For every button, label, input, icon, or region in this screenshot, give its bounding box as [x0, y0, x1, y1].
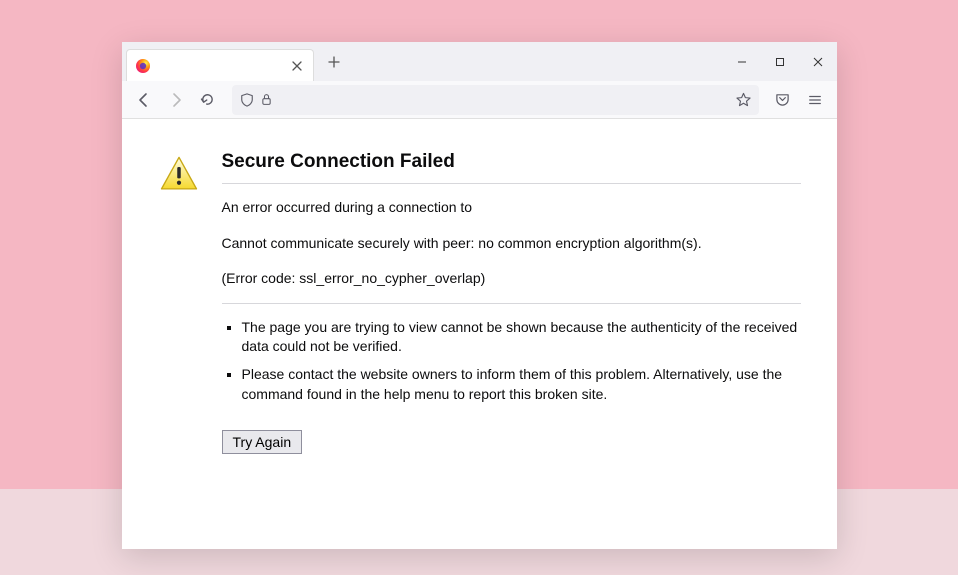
new-tab-button[interactable] — [320, 48, 348, 76]
maximize-button[interactable] — [761, 42, 799, 81]
list-item: The page you are trying to view cannot b… — [242, 318, 801, 357]
error-advice-list: The page you are trying to view cannot b… — [222, 318, 801, 404]
back-button[interactable] — [130, 86, 158, 114]
error-title: Secure Connection Failed — [222, 151, 801, 184]
bookmark-star-icon[interactable] — [736, 92, 751, 107]
lock-icon — [260, 93, 273, 106]
firefox-icon — [135, 58, 151, 74]
warning-icon — [158, 182, 200, 199]
warning-icon-column — [158, 151, 208, 529]
error-line-2: Cannot communicate securely with peer: n… — [222, 234, 801, 254]
browser-tab[interactable] — [126, 49, 314, 81]
forward-button[interactable] — [162, 86, 190, 114]
error-content: Secure Connection Failed An error occurr… — [222, 151, 801, 529]
error-line-1: An error occurred during a connection to — [222, 198, 801, 218]
list-item: Please contact the website owners to inf… — [242, 365, 801, 404]
window-controls — [723, 42, 837, 81]
pocket-icon[interactable] — [769, 86, 797, 114]
close-tab-button[interactable] — [289, 58, 305, 74]
browser-window: Secure Connection Failed An error occurr… — [122, 42, 837, 549]
toolbar — [122, 81, 837, 119]
shield-icon — [240, 93, 254, 107]
close-window-button[interactable] — [799, 42, 837, 81]
try-again-button[interactable]: Try Again — [222, 430, 303, 454]
reload-button[interactable] — [194, 86, 222, 114]
page-content: Secure Connection Failed An error occurr… — [122, 119, 837, 549]
error-code: (Error code: ssl_error_no_cypher_overlap… — [222, 269, 801, 304]
minimize-button[interactable] — [723, 42, 761, 81]
menu-button[interactable] — [801, 86, 829, 114]
titlebar — [122, 42, 837, 81]
url-bar[interactable] — [232, 85, 759, 115]
